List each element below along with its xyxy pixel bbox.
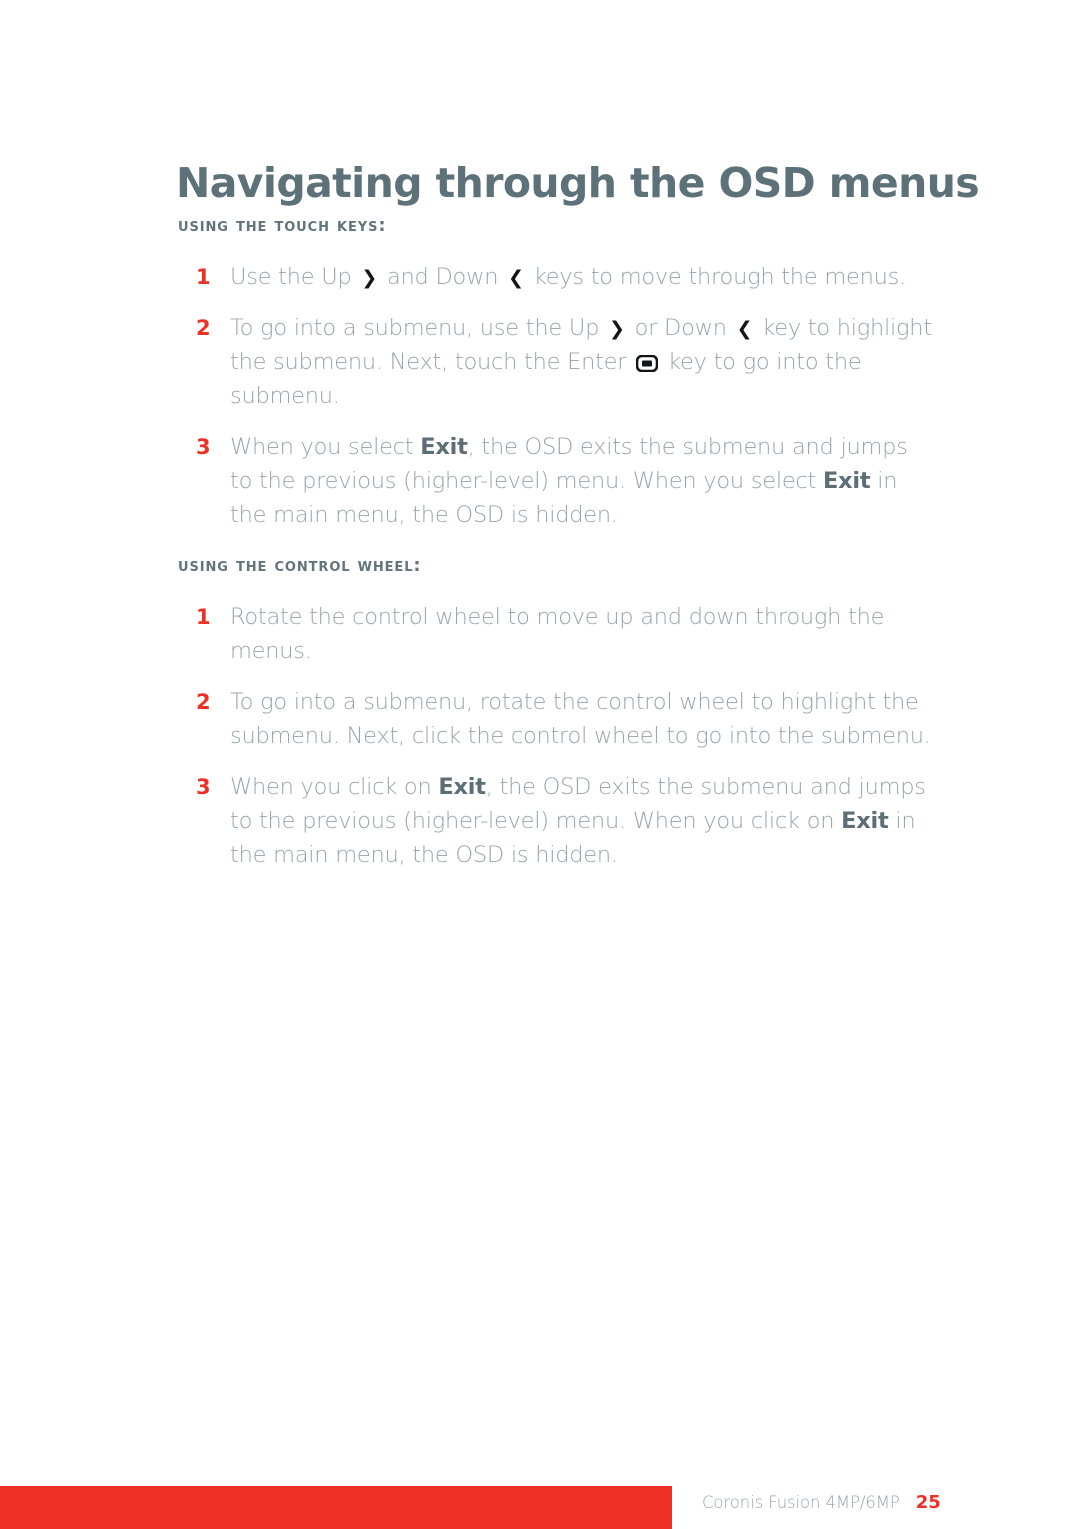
- document-page: Navigating through the OSD menus Using t…: [0, 0, 1080, 1529]
- section-heading: Using the touch keys:: [178, 215, 387, 236]
- step-list: 1 Rotate the control wheel to move up and…: [176, 600, 936, 872]
- step-number: 1: [196, 264, 211, 289]
- chevron-left-icon: ❮: [508, 266, 524, 289]
- document-content: Using the touch keys: 1 Use the Up ❯ and D…: [176, 216, 936, 872]
- footer-accent-bar: [0, 1486, 672, 1529]
- emphasis-exit: Exit: [841, 807, 889, 834]
- list-item: 3 When you click on Exit, the OSD exits t…: [176, 770, 936, 872]
- step-number: 2: [196, 689, 211, 714]
- chevron-left-icon: ❮: [736, 317, 753, 340]
- chevron-right-icon: ❯: [361, 266, 378, 289]
- footer: Coronis Fusion 4MP/6MP 25: [702, 1487, 941, 1517]
- step-number: 2: [196, 315, 211, 340]
- chevron-right-icon: ❯: [609, 317, 625, 340]
- step-list: 1 Use the Up ❯ and Down ❮ keys to move th…: [176, 260, 936, 532]
- emphasis-exit: Exit: [823, 467, 871, 494]
- list-item: 3 When you select Exit, the OSD exits the…: [176, 430, 936, 532]
- list-item: 2 To go into a submenu, use the Up ❯ or D…: [176, 311, 936, 413]
- list-item: 1 Use the Up ❯ and Down ❮ keys to move th…: [176, 260, 936, 294]
- section-heading: Using the control wheel:: [178, 554, 422, 576]
- step-text: Rotate the control wheel to move up and …: [230, 603, 885, 664]
- footer-product-name: Coronis Fusion 4MP/6MP: [702, 1492, 900, 1512]
- footer-page-number: 25: [915, 1491, 941, 1513]
- step-text: To go into a submenu, rotate the control…: [230, 688, 931, 749]
- step-number: 3: [196, 434, 211, 459]
- step-text: Use the Up ❯ and Down ❮ keys to move thr…: [230, 263, 906, 290]
- step-text: When you click on Exit, the OSD exits th…: [230, 773, 926, 868]
- step-text: When you select Exit, the OSD exits the …: [230, 433, 908, 528]
- list-item: 2 To go into a submenu, rotate the contro…: [176, 685, 936, 753]
- page-title: Navigating through the OSD menus: [176, 159, 980, 208]
- list-item: 1 Rotate the control wheel to move up and…: [176, 600, 936, 668]
- emphasis-exit: Exit: [438, 773, 486, 800]
- enter-key-icon: [633, 352, 661, 375]
- emphasis-exit: Exit: [420, 433, 468, 460]
- step-number: 3: [196, 774, 211, 799]
- step-text: To go into a submenu, use the Up ❯ or Do…: [230, 314, 932, 409]
- step-number: 1: [196, 604, 211, 629]
- section: Using the control wheel: 1 Rotate the cont…: [176, 554, 936, 872]
- section: Using the touch keys: 1 Use the Up ❯ and D…: [176, 216, 936, 532]
